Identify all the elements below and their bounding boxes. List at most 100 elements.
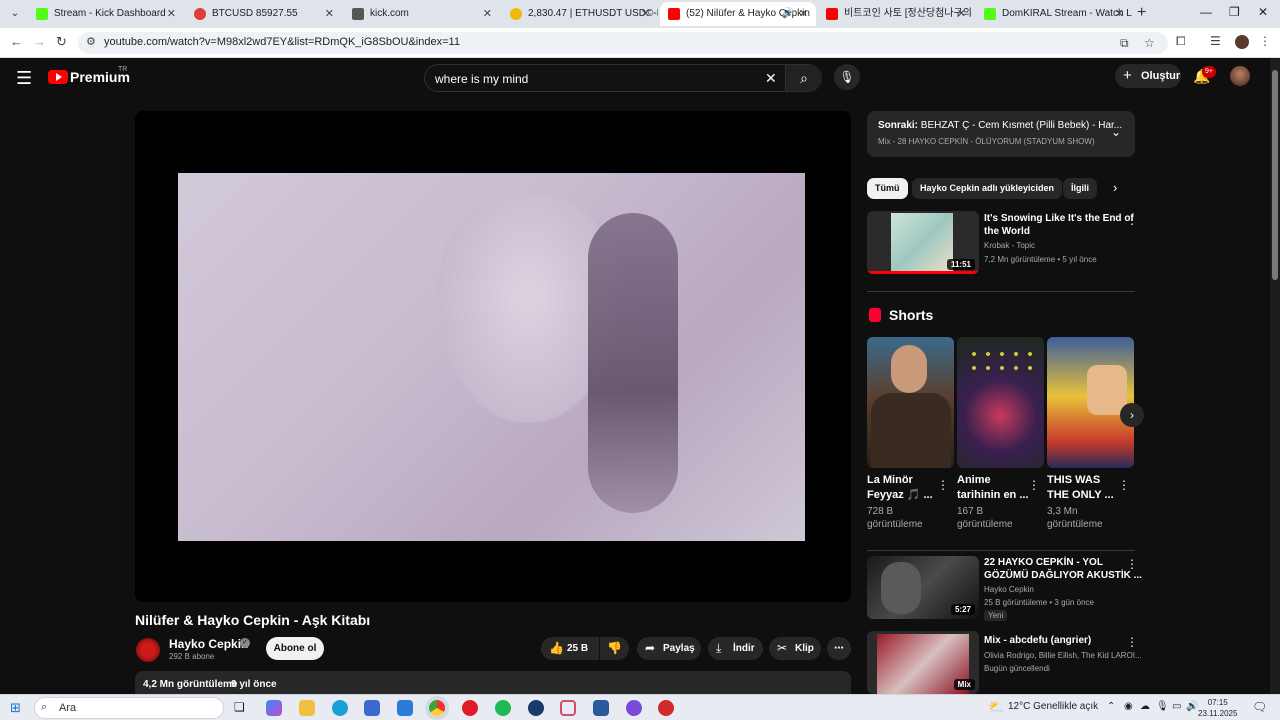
page-scrollbar[interactable]	[1270, 58, 1280, 694]
show-hidden-icons-icon[interactable]: ⌃	[1107, 701, 1115, 712]
file-explorer-icon[interactable]	[299, 700, 315, 716]
channel-name[interactable]: Hayko Cepkin	[169, 637, 248, 651]
more-options-icon[interactable]: ⋮	[1028, 478, 1040, 492]
edge-icon[interactable]	[332, 700, 348, 716]
volume-icon[interactable]: 🔊	[1186, 701, 1198, 712]
browser-tab[interactable]: 2,830.47 | ETHUSDT USD©-Ma ✕	[502, 2, 658, 26]
taskbar-search[interactable]: ⌕ Ara	[34, 697, 224, 719]
related-title[interactable]: 22 HAYKO CEPKİN - YOL GÖZÜMÜ DAĞLIYOR AKU…	[984, 556, 1142, 582]
weather-icon[interactable]: ⛅	[988, 699, 1004, 715]
shorts-next-icon[interactable]: ›	[1120, 403, 1144, 427]
tray-app-icon[interactable]: ◉	[1124, 701, 1133, 712]
url-text[interactable]: youtube.com/watch?v=M98xl2wd7EY&list=RDm…	[104, 36, 460, 48]
related-title[interactable]: Mix - abcdefu (angrier)	[984, 634, 1091, 647]
mix-thumbnail[interactable]: Mix	[867, 631, 979, 694]
search-input[interactable]: where is my mind	[435, 72, 528, 86]
short-title[interactable]: THIS WAS THE ONLY ...	[1047, 473, 1114, 503]
download-button[interactable]: ⤓ İndir	[708, 637, 763, 660]
bookmark-star-icon[interactable]: ☆	[1144, 36, 1155, 50]
notifications-icon[interactable]: 🗨	[1252, 700, 1267, 714]
spotify-icon[interactable]	[495, 700, 511, 716]
chevron-right-icon[interactable]: ›	[1113, 180, 1117, 195]
extensions-icon[interactable]: ⧠	[1176, 34, 1186, 49]
related-thumbnail[interactable]: 11:51	[867, 211, 979, 274]
task-view-icon[interactable]: ❏	[234, 700, 245, 714]
create-button[interactable]: + Oluştur	[1115, 64, 1181, 88]
up-next-panel[interactable]: Sonraki: BEHZAT Ç - Cem Kısmet (Pilli Be…	[867, 111, 1135, 157]
browser-tab[interactable]: BTCUSD 85927.55 ✕	[186, 2, 342, 26]
discord-icon[interactable]	[626, 700, 642, 716]
close-tab-icon[interactable]: ✕	[799, 2, 808, 26]
browser-tab[interactable]: Stream - Kick Dashboard ✕	[28, 2, 184, 26]
more-options-icon[interactable]: ⋮	[1118, 478, 1130, 492]
chip-related[interactable]: İlgili	[1063, 178, 1097, 199]
store-icon[interactable]	[364, 700, 380, 716]
short-thumbnail[interactable]	[957, 337, 1044, 468]
network-icon[interactable]: ▭	[1172, 701, 1181, 712]
related-thumbnail[interactable]: 5:27	[867, 556, 979, 619]
clip-button[interactable]: ✂ Klip	[769, 637, 821, 660]
more-options-icon[interactable]: ⋮	[1126, 557, 1138, 571]
steam-icon[interactable]	[528, 700, 544, 716]
speaker-icon[interactable]: 🔊	[782, 2, 794, 26]
system-clock[interactable]: 07:15 23.11.2025	[1198, 697, 1237, 719]
more-options-icon[interactable]: ⋮	[1126, 635, 1138, 649]
minimize-icon[interactable]: —	[1200, 5, 1212, 19]
chip-uploader[interactable]: Hayko Cepkin adlı yükleyiciden	[912, 178, 1063, 199]
reading-list-icon[interactable]: ☰	[1210, 34, 1221, 48]
close-tab-icon[interactable]: ✕	[325, 2, 334, 26]
outlook-icon[interactable]	[397, 700, 413, 716]
restore-icon[interactable]: ❐	[1229, 5, 1240, 19]
close-tab-icon[interactable]: ✕	[483, 2, 492, 26]
description-box[interactable]: 4,2 Mn görüntüleme 9 yıl önce	[135, 671, 851, 694]
subscribe-button[interactable]: Abone ol	[266, 637, 324, 660]
more-options-icon[interactable]: ⋮	[937, 478, 949, 492]
microphone-icon[interactable]: 🎙	[1156, 701, 1169, 712]
like-button[interactable]: 👍 25 B	[541, 637, 599, 660]
forward-icon[interactable]: →	[33, 34, 46, 49]
chip-all[interactable]: Tümü	[867, 178, 908, 199]
back-icon[interactable]: ←	[10, 34, 23, 49]
related-title[interactable]: It's Snowing Like It's the End of the Wor…	[984, 212, 1134, 238]
copilot-icon[interactable]	[266, 700, 282, 716]
browser-tab[interactable]: 비트코인 사토 [정산당첨나구의 ✕	[818, 2, 974, 26]
install-app-icon[interactable]: ⧉	[1120, 36, 1129, 51]
reload-icon[interactable]: ↻	[56, 34, 67, 50]
browser-tab[interactable]: DomKIRAL Stream - Watch Live ✕	[976, 2, 1132, 26]
onedrive-icon[interactable]: ☁	[1140, 701, 1150, 712]
chrome-icon[interactable]	[429, 700, 445, 716]
site-info-icon[interactable]: ⚙	[86, 35, 96, 48]
clear-search-icon[interactable]: ✕	[765, 70, 777, 87]
search-box[interactable]: where is my mind ✕ ⌕	[424, 64, 822, 92]
scrollbar-thumb[interactable]	[1272, 70, 1278, 280]
short-title[interactable]: La Minör Feyyaz 🎵 ...	[867, 473, 933, 503]
close-tab-icon[interactable]: ✕	[957, 2, 966, 26]
profile-avatar[interactable]	[1235, 35, 1249, 49]
app-icon[interactable]	[560, 700, 576, 716]
search-icon[interactable]: ⌕	[785, 65, 822, 91]
close-tab-icon[interactable]: ✕	[641, 2, 650, 26]
expand-chevron-icon[interactable]: ⌄	[1111, 125, 1121, 139]
close-tab-icon[interactable]: ✕	[1115, 2, 1124, 26]
opera-icon[interactable]	[462, 700, 478, 716]
browser-menu-icon[interactable]: ⋮	[1259, 34, 1271, 48]
vpn-icon[interactable]	[593, 700, 609, 716]
close-tab-icon[interactable]: ✕	[167, 2, 176, 26]
share-button[interactable]: ➦ Paylaş	[637, 637, 701, 660]
omnibox[interactable]: ⚙ youtube.com/watch?v=M98xl2wd7EY&list=R…	[78, 32, 1168, 54]
microphone-icon[interactable]: 🎙	[834, 64, 860, 90]
windows-start-icon[interactable]: ⊞	[10, 700, 21, 716]
dislike-button[interactable]: 👎	[600, 637, 629, 660]
short-thumbnail[interactable]	[1047, 337, 1134, 468]
tab-search-chevron-icon[interactable]: ⌄	[6, 5, 24, 23]
close-window-icon[interactable]: ✕	[1258, 5, 1268, 19]
video-player[interactable]	[135, 111, 851, 602]
weather-text[interactable]: 12°C Genellikle açık	[1008, 701, 1098, 712]
more-options-icon[interactable]: ⋮	[1126, 213, 1138, 227]
hamburger-menu-icon[interactable]: ☰	[16, 68, 32, 89]
browser-tab[interactable]: kick.com ✕	[344, 2, 500, 26]
account-avatar[interactable]	[1230, 66, 1250, 86]
channel-avatar[interactable]	[136, 638, 160, 662]
short-title[interactable]: Anime tarihinin en ...	[957, 473, 1029, 503]
short-thumbnail[interactable]	[867, 337, 954, 468]
